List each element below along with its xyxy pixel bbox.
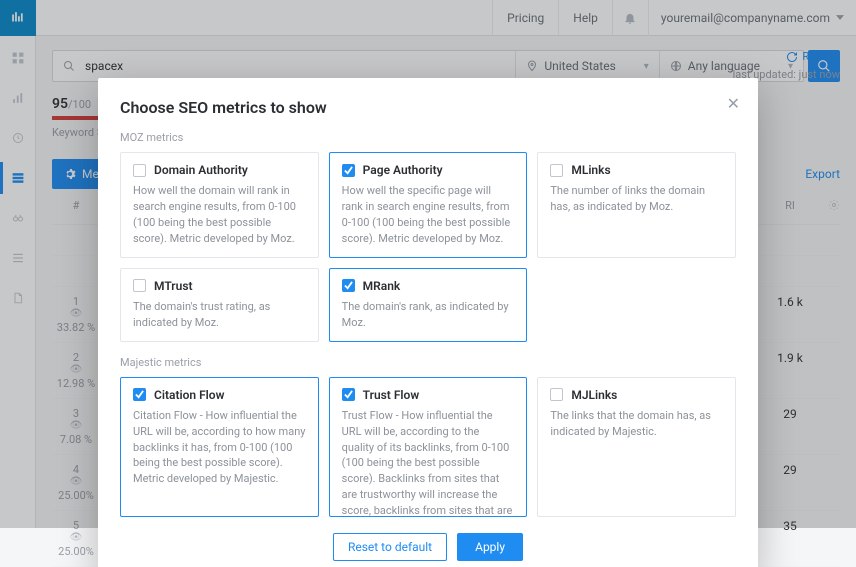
- metric-card-mtrust[interactable]: MTrust The domain's trust rating, as ind…: [120, 268, 319, 342]
- checkbox[interactable]: [133, 279, 146, 292]
- metric-card-domain-authority[interactable]: Domain Authority How well the domain wil…: [120, 152, 319, 258]
- metric-card-mjlinks[interactable]: MJLinks The links that the domain has, a…: [537, 377, 736, 517]
- checkbox[interactable]: [342, 279, 355, 292]
- checkbox[interactable]: [133, 164, 146, 177]
- result-link[interactable]: http://www.spacex.com/careers: [100, 533, 560, 547]
- metrics-modal: Choose SEO metrics to show ✕ MOZ metrics…: [98, 78, 758, 567]
- checkbox[interactable]: [342, 388, 355, 401]
- check-icon: [344, 281, 353, 290]
- metric-card-page-authority[interactable]: Page Authority How well the specific pag…: [329, 152, 528, 258]
- eye-icon: 👁: [52, 532, 100, 543]
- metric-card-mlinks[interactable]: MLinks The number of links the domain ha…: [537, 152, 736, 258]
- checkbox[interactable]: [133, 388, 146, 401]
- metric-card-mrank[interactable]: MRank The domain's rank, as indicated by…: [329, 268, 528, 342]
- checkbox[interactable]: [342, 164, 355, 177]
- modal-backdrop[interactable]: Choose SEO metrics to show ✕ MOZ metrics…: [0, 0, 856, 528]
- metric-card-trust-flow[interactable]: Trust Flow Trust Flow - How influential …: [329, 377, 528, 517]
- checkbox[interactable]: [550, 388, 563, 401]
- check-icon: [344, 166, 353, 175]
- metric-card-citation-flow[interactable]: Citation Flow Citation Flow - How influe…: [120, 377, 319, 517]
- checkbox[interactable]: [550, 164, 563, 177]
- section-majestic: Majestic metrics: [120, 356, 736, 369]
- check-icon: [344, 390, 353, 399]
- modal-title: Choose SEO metrics to show: [120, 98, 736, 117]
- section-moz: MOZ metrics: [120, 131, 736, 144]
- close-button[interactable]: ✕: [727, 94, 740, 113]
- check-icon: [135, 390, 144, 399]
